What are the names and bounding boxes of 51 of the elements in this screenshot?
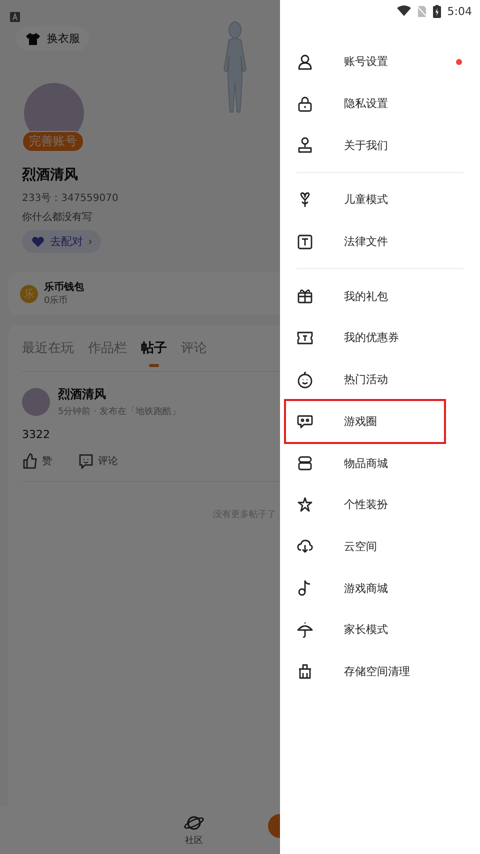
drawer-menu-item[interactable]: 家长模式 [296, 608, 464, 651]
like-button[interactable]: 赞 [22, 453, 52, 469]
drawer-menu-item[interactable]: 存储空间清理 [296, 650, 464, 692]
post-meta: 5分钟前 · 发布在「地铁跑酷」 [58, 406, 180, 418]
drawer-menu-item[interactable]: 法律文件 [296, 220, 464, 262]
sparkle-star-icon [296, 496, 314, 514]
drawer-menu-item[interactable]: 儿童模式 [296, 179, 464, 221]
drawer-menu-item[interactable]: 隐私设置 [296, 82, 464, 124]
user-bio: 你什么都没有写 [22, 210, 93, 224]
gift-icon [296, 287, 314, 306]
author-avatar [22, 388, 50, 416]
umbrella-icon [296, 620, 314, 639]
no-sim-icon [417, 4, 428, 18]
person-icon [296, 52, 314, 71]
wallet-balance: 0乐币 [44, 294, 69, 307]
letter-t-document-icon [296, 232, 314, 251]
drawer-menu-item[interactable]: 我的礼包 [296, 275, 464, 318]
user-id: 233号：347559070 [22, 192, 120, 205]
notification-a-icon [10, 12, 20, 22]
drawer-menu-item[interactable]: 云空间 [296, 526, 464, 568]
post-body: 3322 [22, 428, 51, 441]
cloud-download-icon [296, 537, 314, 556]
post-author: 烈酒清风 [58, 386, 107, 403]
drawer-menu-item[interactable]: 热门活动 [296, 358, 464, 400]
heart-icon [31, 236, 45, 248]
coin-icon: 乐 [20, 284, 38, 302]
smiley-face-icon [296, 370, 314, 389]
padlock-icon [296, 94, 314, 113]
planet-icon [184, 814, 204, 832]
wifi-icon [397, 5, 412, 17]
community-tab[interactable]: 社区 [178, 812, 210, 848]
drawer-menu-item[interactable]: 账号设置 [296, 41, 464, 83]
trash-bin-icon [296, 662, 314, 680]
user-name: 烈酒清风 [22, 166, 79, 184]
clock-time: 5:04 [447, 4, 472, 18]
drawer-menu-item[interactable]: 个性装扮 [296, 484, 464, 526]
drawer-menu-item[interactable]: 物品商城 [296, 442, 464, 484]
drawer-menu-item[interactable]: 我的优惠券 [296, 317, 464, 359]
storefront-icon [296, 454, 314, 472]
drawer-menu-item[interactable]: 关于我们 [296, 124, 464, 166]
drawer-menu-item[interactable]: 游戏商城 [296, 567, 464, 609]
round-tab-icon [268, 814, 280, 838]
person-pin-icon [296, 136, 314, 154]
wallet-title: 乐币钱包 [44, 280, 84, 294]
drawer-menu-item[interactable]: 游戏圈 [286, 400, 444, 442]
shirt-icon [25, 32, 41, 46]
outfit-button[interactable]: 换衣服 [16, 26, 89, 51]
battery-icon [433, 4, 442, 18]
chat-bubble-icon [78, 453, 94, 469]
thumbs-up-icon [22, 453, 38, 469]
comment-button[interactable]: 评论 [78, 453, 118, 469]
